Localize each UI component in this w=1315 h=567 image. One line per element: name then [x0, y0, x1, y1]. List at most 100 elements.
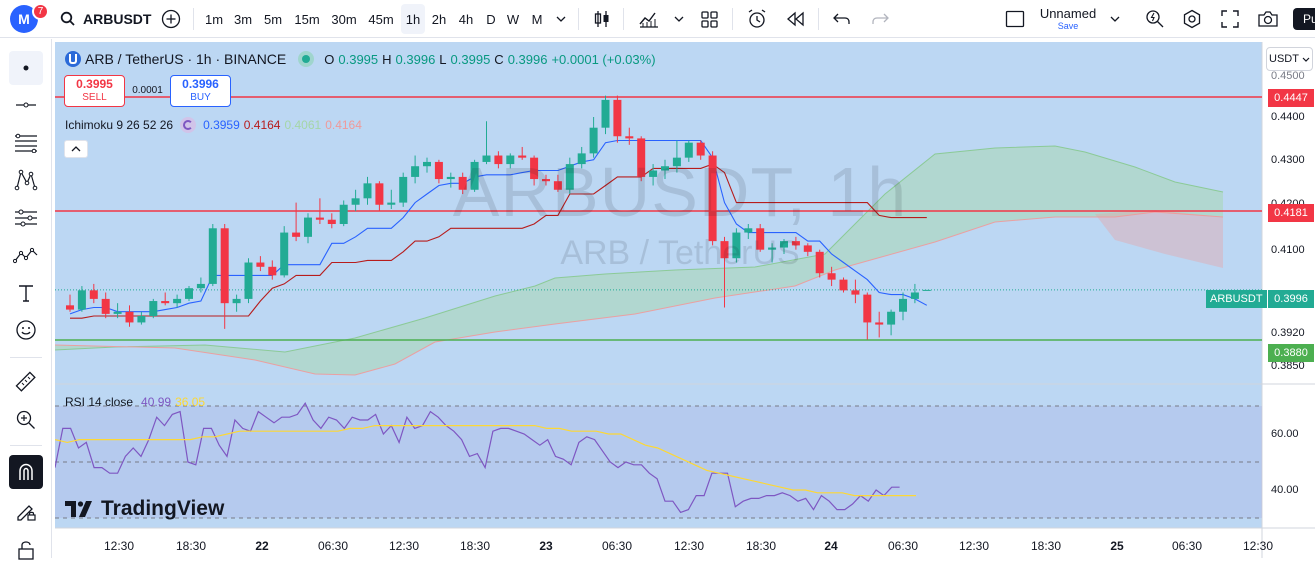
interval-45m[interactable]: 45m: [368, 4, 393, 34]
symbol-search-button[interactable]: ARBUSDT: [60, 0, 160, 38]
candle-body: [125, 311, 134, 323]
interval-2h[interactable]: 2h: [427, 4, 451, 34]
rewind-icon: [787, 11, 804, 27]
candle-body: [922, 289, 931, 291]
grid-icon: [701, 11, 718, 28]
refresh-icon[interactable]: [180, 117, 197, 133]
emoji-tool[interactable]: [9, 313, 43, 347]
replay-button[interactable]: [782, 0, 810, 38]
low-value: 0.3995: [450, 51, 491, 67]
layout-square-button[interactable]: [1003, 0, 1027, 38]
price-tag-hline[interactable]: 0.3880: [1268, 344, 1314, 362]
text-tool[interactable]: [9, 276, 43, 310]
candle-body: [601, 99, 610, 128]
time-label: 23: [539, 539, 553, 553]
rsi-legend[interactable]: RSI 14 close 40.99 36.05: [65, 395, 205, 409]
sell-button[interactable]: 0.3995 SELL: [64, 75, 125, 107]
quick-search-button[interactable]: [1143, 0, 1167, 38]
candle-body: [351, 198, 360, 205]
candle-body: [375, 183, 384, 205]
rsi-value: 40.99: [141, 395, 172, 409]
candle-body: [292, 232, 301, 237]
time-label: 12:30: [103, 539, 135, 553]
indicators-icon: [639, 12, 658, 28]
chevron-down-icon: [1110, 16, 1120, 22]
layout-dropdown[interactable]: [1106, 0, 1124, 38]
interval-dropdown[interactable]: [551, 0, 571, 38]
indicators-button[interactable]: [635, 0, 663, 38]
candle-body: [101, 298, 110, 314]
candles-icon: [594, 11, 609, 27]
top-toolbar: M 7 ARBUSDT 1m 3m 5m 15m 30m 45m 1h 2h 4h D W M: [0, 0, 1315, 38]
fib-tool[interactable]: [9, 126, 43, 160]
ichimoku-span-a-value: 0.4061: [284, 118, 322, 132]
chart-area[interactable]: ARBUSDT, 1h ARB / TetherUS ARB / TetherU…: [55, 42, 1315, 558]
candle-body: [339, 204, 348, 224]
indicators-dropdown[interactable]: [669, 0, 689, 38]
alert-button[interactable]: [743, 0, 771, 38]
price-tag-hline[interactable]: 0.4181: [1268, 204, 1314, 222]
templates-button[interactable]: [697, 0, 723, 38]
interval-M[interactable]: M: [525, 4, 549, 34]
undo-icon: [833, 13, 850, 24]
smiley-icon: [16, 320, 36, 340]
interval-W[interactable]: W: [501, 4, 525, 34]
compare-add-button[interactable]: [158, 0, 184, 38]
trend-line-tool[interactable]: [9, 88, 43, 122]
time-label: 12:30: [958, 539, 990, 553]
interval-1h[interactable]: 1h: [401, 4, 425, 34]
fullscreen-button[interactable]: [1218, 0, 1242, 38]
forecast-tool[interactable]: [9, 201, 43, 235]
candle-body: [899, 298, 907, 312]
time-label: 25: [1110, 539, 1124, 553]
interval-3m[interactable]: 3m: [231, 4, 255, 34]
interval-4h[interactable]: 4h: [454, 4, 478, 34]
interval-30m[interactable]: 30m: [331, 4, 356, 34]
interval-1m[interactable]: 1m: [202, 4, 226, 34]
drawing-toolbar: [0, 39, 52, 560]
settings-button[interactable]: [1180, 0, 1204, 38]
interval-5m[interactable]: 5m: [261, 4, 285, 34]
publish-button[interactable]: Pu: [1293, 8, 1315, 30]
candle-body: [268, 266, 277, 276]
last-price-tag: 0.3996: [1268, 290, 1314, 308]
text-t-icon: [19, 285, 33, 302]
cursor-tool[interactable]: [9, 51, 43, 85]
interval-D[interactable]: D: [479, 4, 503, 34]
candles-type-button[interactable]: [589, 0, 615, 38]
high-label: H: [382, 51, 392, 67]
candle-body: [256, 262, 265, 267]
ichimoku-legend[interactable]: Ichimoku 9 26 52 26 0.3959 0.4164 0.4061…: [65, 117, 362, 133]
rsi-scale-label: 60.00: [1271, 428, 1299, 440]
pattern-tool[interactable]: [9, 163, 43, 197]
layout-name-button[interactable]: Unnamed Save: [1033, 6, 1103, 31]
snapshot-button[interactable]: [1255, 0, 1281, 38]
redo-button[interactable]: [867, 0, 893, 38]
buy-button[interactable]: 0.3996 BUY: [170, 75, 231, 107]
market-status-icon[interactable]: [298, 51, 315, 67]
currency-selector[interactable]: USDT: [1266, 47, 1313, 71]
candle-body: [244, 262, 253, 299]
measure-tool[interactable]: [9, 365, 43, 399]
zoom-in-icon: [16, 410, 35, 429]
tradingview-logo[interactable]: TradingView: [65, 497, 224, 521]
change-value: +0.0001 (+0.03%): [551, 51, 656, 67]
pattern-icon: [14, 169, 38, 191]
toolbar-divider: [578, 8, 579, 30]
brush-tool[interactable]: [9, 238, 43, 272]
high-value: 0.3996: [395, 51, 436, 67]
undo-button[interactable]: [829, 0, 855, 38]
interval-15m[interactable]: 15m: [294, 4, 319, 34]
toolbar-divider: [193, 8, 194, 30]
ichimoku-span-b-value: 0.4164: [325, 118, 362, 132]
lock-tool[interactable]: [9, 533, 43, 567]
price-tag-hline[interactable]: 0.4447: [1268, 89, 1314, 107]
symbol-name: ARBUSDT: [83, 11, 152, 27]
candle-body: [149, 301, 158, 317]
candle-body: [363, 183, 372, 199]
magnet-tool[interactable]: [9, 455, 43, 489]
drawing-mode-tool[interactable]: [9, 494, 43, 528]
zoom-tool[interactable]: [9, 403, 43, 437]
collapse-legend-button[interactable]: [64, 140, 88, 158]
symbol-legend: ARB / TetherUS · 1h · BINANCE O 0.3995 H0…: [65, 51, 656, 67]
